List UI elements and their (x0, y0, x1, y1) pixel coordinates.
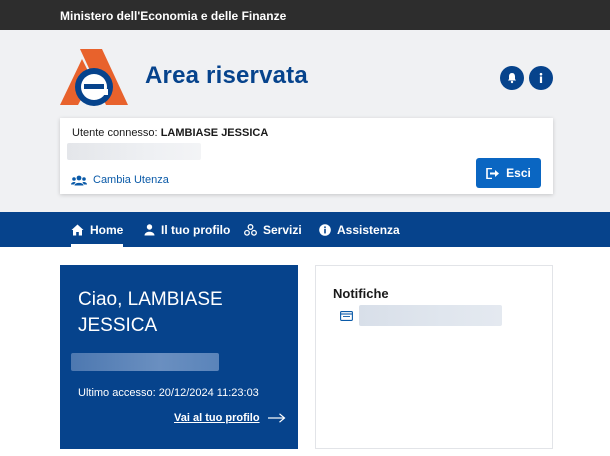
arrow-right-icon (267, 413, 285, 423)
redacted-user-info (67, 143, 201, 160)
last-access: Ultimo accesso: 20/12/2024 11:23:03 (78, 387, 259, 399)
nav-label-help: Assistenza (337, 222, 400, 237)
logout-button[interactable]: Esci (476, 158, 541, 188)
nav-label-home: Home (90, 222, 124, 237)
profile-link-label: Vai al tuo profilo (174, 412, 260, 424)
nav-item-home[interactable]: Home (71, 212, 124, 247)
home-icon (71, 224, 84, 235)
users-icon (71, 175, 87, 185)
user-icon (144, 223, 155, 235)
change-user-label: Cambia Utenza (93, 174, 169, 186)
info-icon (319, 223, 331, 236)
message-icon (340, 311, 353, 321)
redacted-notification (359, 305, 502, 326)
notifications-title: Notifiche (333, 286, 389, 301)
header: Area riservata Utente connesso: LAMBIASE… (0, 30, 610, 212)
user-card: Utente connesso: LAMBIASE JESSICA Cambia… (60, 118, 553, 194)
connected-user-label: Utente connesso: (72, 127, 158, 139)
page-title: Area riservata (145, 62, 308, 89)
ministry-topbar: Ministero dell'Economia e delle Finanze (0, 0, 610, 30)
nav-item-help[interactable]: Assistenza (319, 212, 400, 247)
main-nav: Home Il tuo profilo Servizi Assistenza (0, 212, 610, 247)
info-button[interactable] (529, 66, 553, 90)
notifications-card: Notifiche (315, 265, 553, 449)
connected-user-line: Utente connesso: LAMBIASE JESSICA (72, 127, 268, 139)
welcome-greeting: Ciao, LAMBIASE JESSICA (78, 289, 223, 336)
connected-user-name: LAMBIASE JESSICA (160, 127, 269, 139)
nav-label-profile: Il tuo profilo (161, 222, 231, 237)
services-icon (244, 223, 257, 236)
nav-item-services[interactable]: Servizi (244, 212, 302, 247)
nav-label-services: Servizi (263, 222, 302, 237)
change-user-link[interactable]: Cambia Utenza (71, 174, 169, 186)
logout-label: Esci (506, 166, 531, 180)
profile-link[interactable]: Vai al tuo profilo (174, 412, 286, 424)
ministry-name[interactable]: Ministero dell'Economia e delle Finanze (60, 9, 286, 23)
bell-icon (508, 73, 516, 84)
info-icon (539, 72, 543, 83)
notification-item[interactable] (340, 305, 502, 326)
notifications-button[interactable] (500, 66, 524, 90)
welcome-card: Ciao, LAMBIASE JESSICA Ultimo accesso: 2… (60, 265, 298, 449)
agenzia-entrate-logo[interactable] (58, 45, 130, 109)
redacted-profile-info (71, 353, 219, 371)
nav-item-profile[interactable]: Il tuo profilo (144, 212, 230, 247)
sign-out-icon (486, 167, 500, 179)
